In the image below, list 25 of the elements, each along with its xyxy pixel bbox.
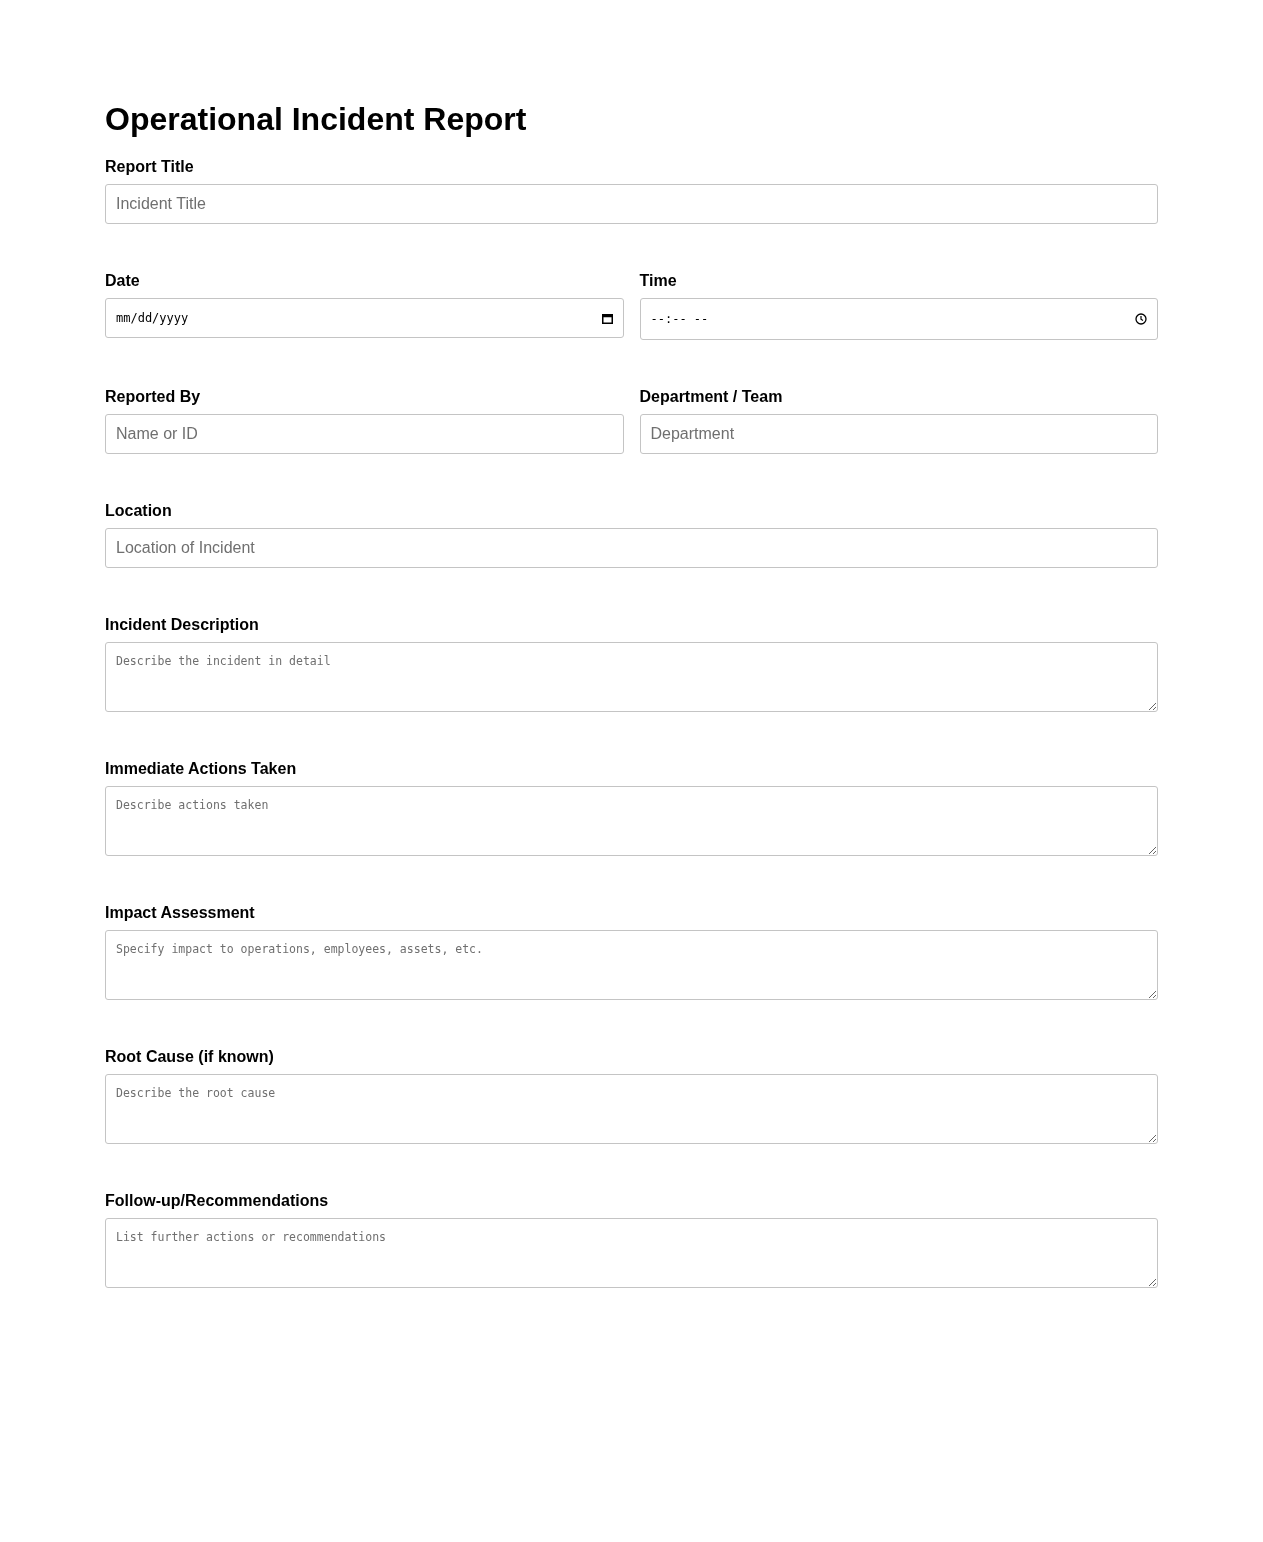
field-label: Incident Description xyxy=(105,615,260,636)
date-field[interactable]: mm/dd/yyyy xyxy=(105,298,624,339)
input-field[interactable]: Name or ID xyxy=(105,414,624,455)
field-label: Report Title xyxy=(105,157,195,178)
calendar-icon xyxy=(601,312,613,324)
text-area[interactable]: Describe the root cause xyxy=(105,1074,1158,1145)
field-label: Reported By xyxy=(105,387,202,408)
field-label: Date xyxy=(105,271,141,292)
field-label: Follow-up/Recommendations xyxy=(105,1191,330,1212)
field-label: Time xyxy=(639,271,678,292)
input-field[interactable]: Department xyxy=(639,414,1158,455)
page-title: Operational Incident Report xyxy=(105,100,528,139)
field-label: Immediate Actions Taken xyxy=(105,759,298,780)
input-field[interactable]: Location of Incident xyxy=(105,528,1158,569)
text-area[interactable]: Describe actions taken xyxy=(105,786,1158,857)
input-field[interactable]: Incident Title xyxy=(105,184,1158,225)
text-area[interactable]: List further actions or recommendations xyxy=(105,1218,1158,1289)
field-label: Department / Team xyxy=(639,387,784,408)
field-label: Location xyxy=(105,501,173,522)
time-field[interactable]: --:-- -- xyxy=(639,298,1158,341)
field-label: Impact Assessment xyxy=(105,903,256,924)
text-area[interactable]: Describe the incident in detail xyxy=(105,642,1158,713)
field-label: Root Cause (if known) xyxy=(105,1047,275,1068)
text-area[interactable]: Specify impact to operations, employees, assets, etc. xyxy=(105,930,1158,1001)
clock-icon xyxy=(1135,313,1147,326)
